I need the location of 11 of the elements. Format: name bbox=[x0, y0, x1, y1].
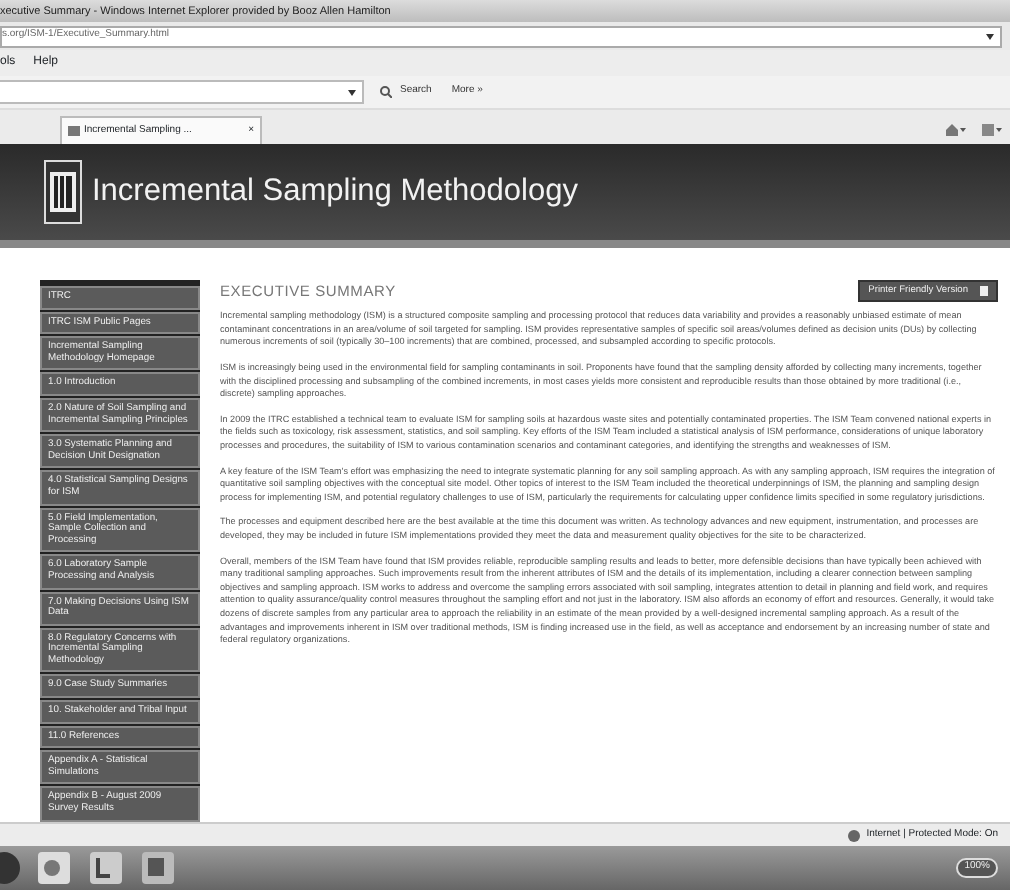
page-title: Incremental Sampling Methodology bbox=[92, 172, 578, 213]
home-icon[interactable] bbox=[946, 124, 966, 136]
search-icon bbox=[380, 86, 392, 98]
page-icon bbox=[68, 126, 80, 136]
app-icon[interactable] bbox=[140, 850, 176, 886]
dropdown-arrow-icon[interactable] bbox=[986, 33, 994, 39]
app-icon[interactable] bbox=[88, 850, 124, 886]
start-button[interactable] bbox=[0, 850, 20, 886]
itrc-logo bbox=[44, 160, 82, 224]
dropdown-arrow-icon[interactable] bbox=[348, 90, 356, 96]
app-icon[interactable] bbox=[36, 850, 72, 886]
